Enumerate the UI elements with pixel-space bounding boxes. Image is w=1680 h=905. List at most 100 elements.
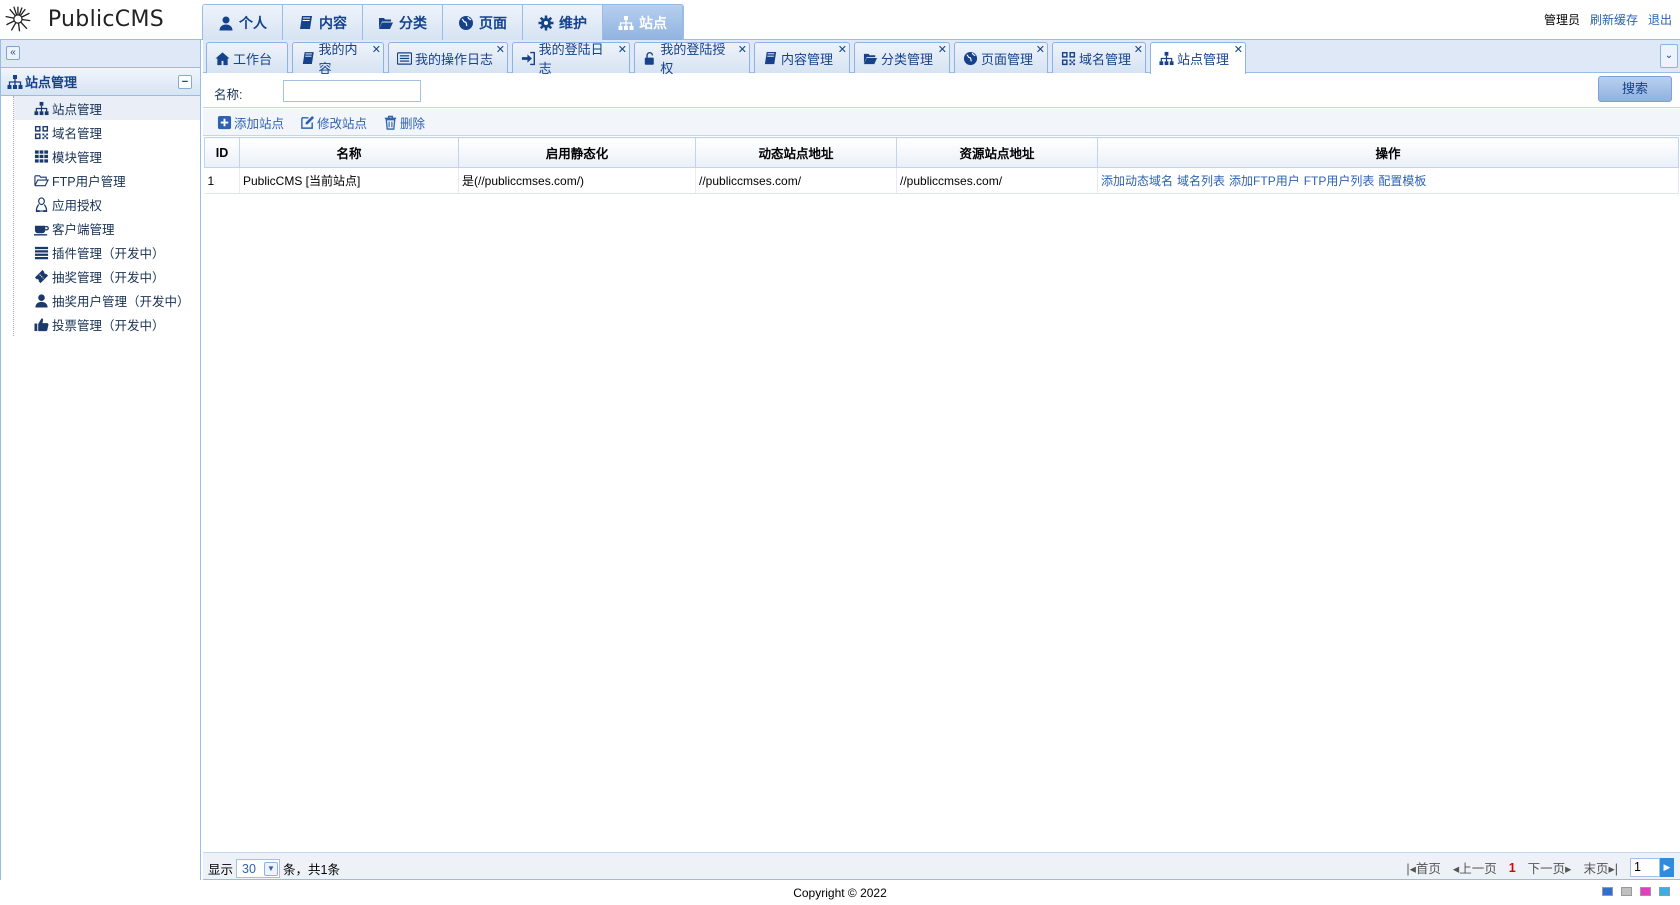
tab-category-manage[interactable]: 分类管理 ✕ — [854, 42, 950, 73]
tab-close-button[interactable]: ✕ — [372, 45, 381, 56]
tab-domain-manage[interactable]: 域名管理 ✕ — [1052, 42, 1146, 73]
sidebar-item-label: 抽奖用户管理（开发中） — [52, 294, 190, 309]
tab-content-manage[interactable]: 内容管理 ✕ — [754, 42, 850, 73]
sidebar-item-domain-manage[interactable]: 域名管理 — [24, 120, 200, 144]
theme-gray-swatch[interactable] — [1621, 887, 1632, 896]
nav-maintain[interactable]: 维护 — [523, 5, 603, 40]
main-nav: 个人 内容 分类 页面 维护 站点 — [202, 4, 684, 40]
tab-close-button[interactable]: ✕ — [738, 45, 747, 56]
tab-close-button[interactable]: ✕ — [496, 45, 505, 56]
thumbs-up-icon — [34, 317, 49, 331]
sign-in-icon — [521, 51, 535, 65]
sidebar-item-lottery-user-manage[interactable]: 抽奖用户管理（开发中） — [24, 288, 200, 312]
tab-my-operation-log[interactable]: 我的操作日志 ✕ — [388, 42, 508, 73]
first-page-button[interactable]: |◂首页 — [1406, 858, 1441, 877]
copyright: Copyright © 2022 — [793, 886, 887, 900]
tab-my-login-auth[interactable]: 我的登陆授权 ✕ — [634, 42, 750, 76]
page-jump-input[interactable]: 1 — [1630, 858, 1660, 877]
prev-page-label: 上一页 — [1459, 862, 1497, 876]
tab-close-button[interactable]: ✕ — [838, 45, 847, 56]
theme-sky-swatch[interactable] — [1659, 887, 1670, 896]
tab-site-manage[interactable]: 站点管理 ✕ — [1150, 42, 1246, 74]
page-jump-button[interactable]: ▶ — [1660, 858, 1674, 877]
edit-site-label: 修改站点 — [317, 116, 368, 131]
refresh-cache-link[interactable]: 刷新缓存 — [1590, 11, 1638, 28]
cell-resource-url: //publiccmses.com/ — [896, 167, 1098, 194]
tab-my-login-log[interactable]: 我的登陆日志 ✕ — [512, 42, 630, 76]
logout-link[interactable]: 退出 — [1648, 11, 1672, 28]
sidebar-item-lottery-manage[interactable]: 抽奖管理（开发中） — [24, 264, 200, 288]
page-size-select[interactable]: 30 ▼ — [236, 859, 281, 878]
logo[interactable]: PublicCMS — [4, 2, 164, 36]
tab-close-button[interactable]: ✕ — [1134, 45, 1143, 56]
sidebar-section-toggle[interactable]: − — [178, 75, 192, 89]
tab-label: 工作台 — [233, 51, 273, 67]
sidebar-item-site-manage[interactable]: 站点管理 — [14, 96, 200, 120]
tab-close-button[interactable]: ✕ — [618, 45, 627, 56]
sidebar-item-vote-manage[interactable]: 投票管理（开发中） — [24, 312, 200, 336]
next-page-button[interactable]: 下一页▸ — [1528, 858, 1572, 877]
sidebar-item-module-manage[interactable]: 模块管理 — [24, 144, 200, 168]
last-page-button[interactable]: 末页▸| — [1583, 858, 1618, 877]
search-button[interactable]: 搜索 — [1598, 76, 1672, 102]
nav-maintain-label: 维护 — [559, 15, 587, 31]
header: PublicCMS 个人 内容 分类 页面 维护 站点 管理员 刷新缓存 退出 — [0, 0, 1680, 40]
sidebar-item-plugin-manage[interactable]: 插件管理（开发中） — [24, 240, 200, 264]
nav-site[interactable]: 站点 — [603, 5, 683, 40]
col-resource-url[interactable]: 资源站点地址 — [896, 137, 1098, 168]
ftp-user-list-link[interactable]: FTP用户列表 — [1304, 174, 1375, 188]
sitemap-icon — [34, 101, 49, 115]
tab-label: 我的登陆日志 — [538, 42, 604, 76]
nav-category[interactable]: 分类 — [363, 5, 443, 40]
tab-workbench[interactable]: 工作台 — [206, 42, 288, 73]
sidebar-tree: 站点管理 域名管理 模块管理 FTP用户管理 应用授权 客户端管理 插件管理（开… — [13, 96, 200, 336]
tab-close-button[interactable]: ✕ — [1036, 45, 1045, 56]
next-page-icon: ▸ — [1565, 862, 1572, 876]
add-site-button[interactable]: 添加站点 — [217, 113, 284, 132]
tab-close-button[interactable]: ✕ — [1234, 45, 1243, 56]
tab-close-button[interactable]: ✕ — [938, 45, 947, 56]
sidebar-item-label: 插件管理（开发中） — [52, 246, 165, 261]
col-dynamic-url[interactable]: 动态站点地址 — [695, 137, 897, 168]
sidebar-item-client-manage[interactable]: 客户端管理 — [24, 216, 200, 240]
user-icon — [35, 293, 48, 308]
last-page-icon: ▸| — [1608, 862, 1618, 876]
tabs-more-button[interactable]: ⌄ — [1660, 44, 1678, 68]
nav-content[interactable]: 内容 — [283, 5, 363, 40]
sidebar-item-label: 投票管理（开发中） — [52, 318, 165, 333]
sidebar-item-ftp-user-manage[interactable]: FTP用户管理 — [24, 168, 200, 192]
table-row[interactable]: 1 PublicCMS [当前站点] 是(//publiccmses.com/)… — [204, 167, 1679, 194]
sidebar-item-app-auth[interactable]: 应用授权 — [24, 192, 200, 216]
tab-label: 分类管理 — [881, 51, 934, 67]
delete-button[interactable]: 删除 — [383, 113, 425, 132]
col-static[interactable]: 启用静态化 — [458, 137, 696, 168]
theme-blue-swatch[interactable] — [1602, 887, 1613, 896]
edit-site-button[interactable]: 修改站点 — [300, 113, 367, 132]
name-search-input[interactable] — [283, 80, 421, 102]
sidebar-section-header[interactable]: 站点管理 − — [1, 68, 200, 96]
qrcode-icon — [1061, 51, 1076, 65]
nav-page-label: 页面 — [479, 15, 507, 31]
list-icon — [34, 246, 49, 259]
nav-personal[interactable]: 个人 — [203, 5, 283, 40]
sidebar-collapse-button[interactable]: « — [6, 46, 20, 60]
nav-page[interactable]: 页面 — [443, 5, 523, 40]
prev-page-button[interactable]: ◂上一页 — [1453, 858, 1497, 877]
table-header-row: ID 名称 启用静态化 动态站点地址 资源站点地址 操作 — [204, 137, 1679, 168]
tab-my-content[interactable]: 我的内容 ✕ — [292, 42, 384, 76]
config-template-link[interactable]: 配置模板 — [1378, 174, 1426, 188]
tab-label: 页面管理 — [981, 51, 1034, 67]
col-id[interactable]: ID — [204, 137, 240, 168]
sitemap-icon — [7, 74, 23, 89]
add-dynamic-domain-link[interactable]: 添加动态域名 — [1101, 174, 1173, 188]
ticket-icon — [34, 269, 49, 283]
tab-page-manage[interactable]: 页面管理 ✕ — [954, 42, 1048, 73]
tabs-bar: 工作台 我的内容 ✕ 我的操作日志 ✕ 我的登陆日志 ✕ 我的登陆授权 ✕ 内容… — [203, 40, 1680, 76]
logo-mark-icon — [5, 6, 31, 32]
domain-list-link[interactable]: 域名列表 — [1177, 174, 1225, 188]
first-page-label: 首页 — [1415, 862, 1441, 876]
nav-category-label: 分类 — [399, 15, 427, 31]
theme-pink-swatch[interactable] — [1640, 887, 1651, 896]
add-ftp-user-link[interactable]: 添加FTP用户 — [1229, 174, 1300, 188]
col-name[interactable]: 名称 — [239, 137, 459, 168]
